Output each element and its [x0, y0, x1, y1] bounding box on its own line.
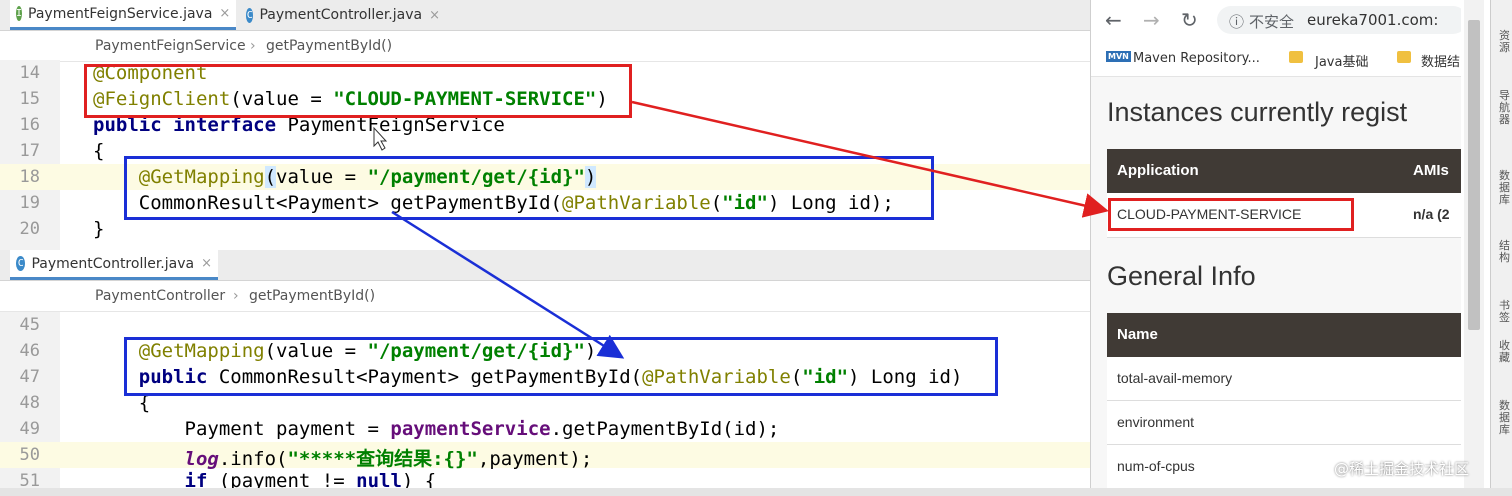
- watermark-text: @稀土掘金技术社区: [1334, 460, 1470, 478]
- blue-arrow: [391, 210, 625, 359]
- red-arrow: [631, 100, 1109, 218]
- cursor-icon: [373, 126, 388, 151]
- annotation-arrows: [373, 100, 1109, 359]
- bottom-scrollbar[interactable]: [0, 488, 1512, 496]
